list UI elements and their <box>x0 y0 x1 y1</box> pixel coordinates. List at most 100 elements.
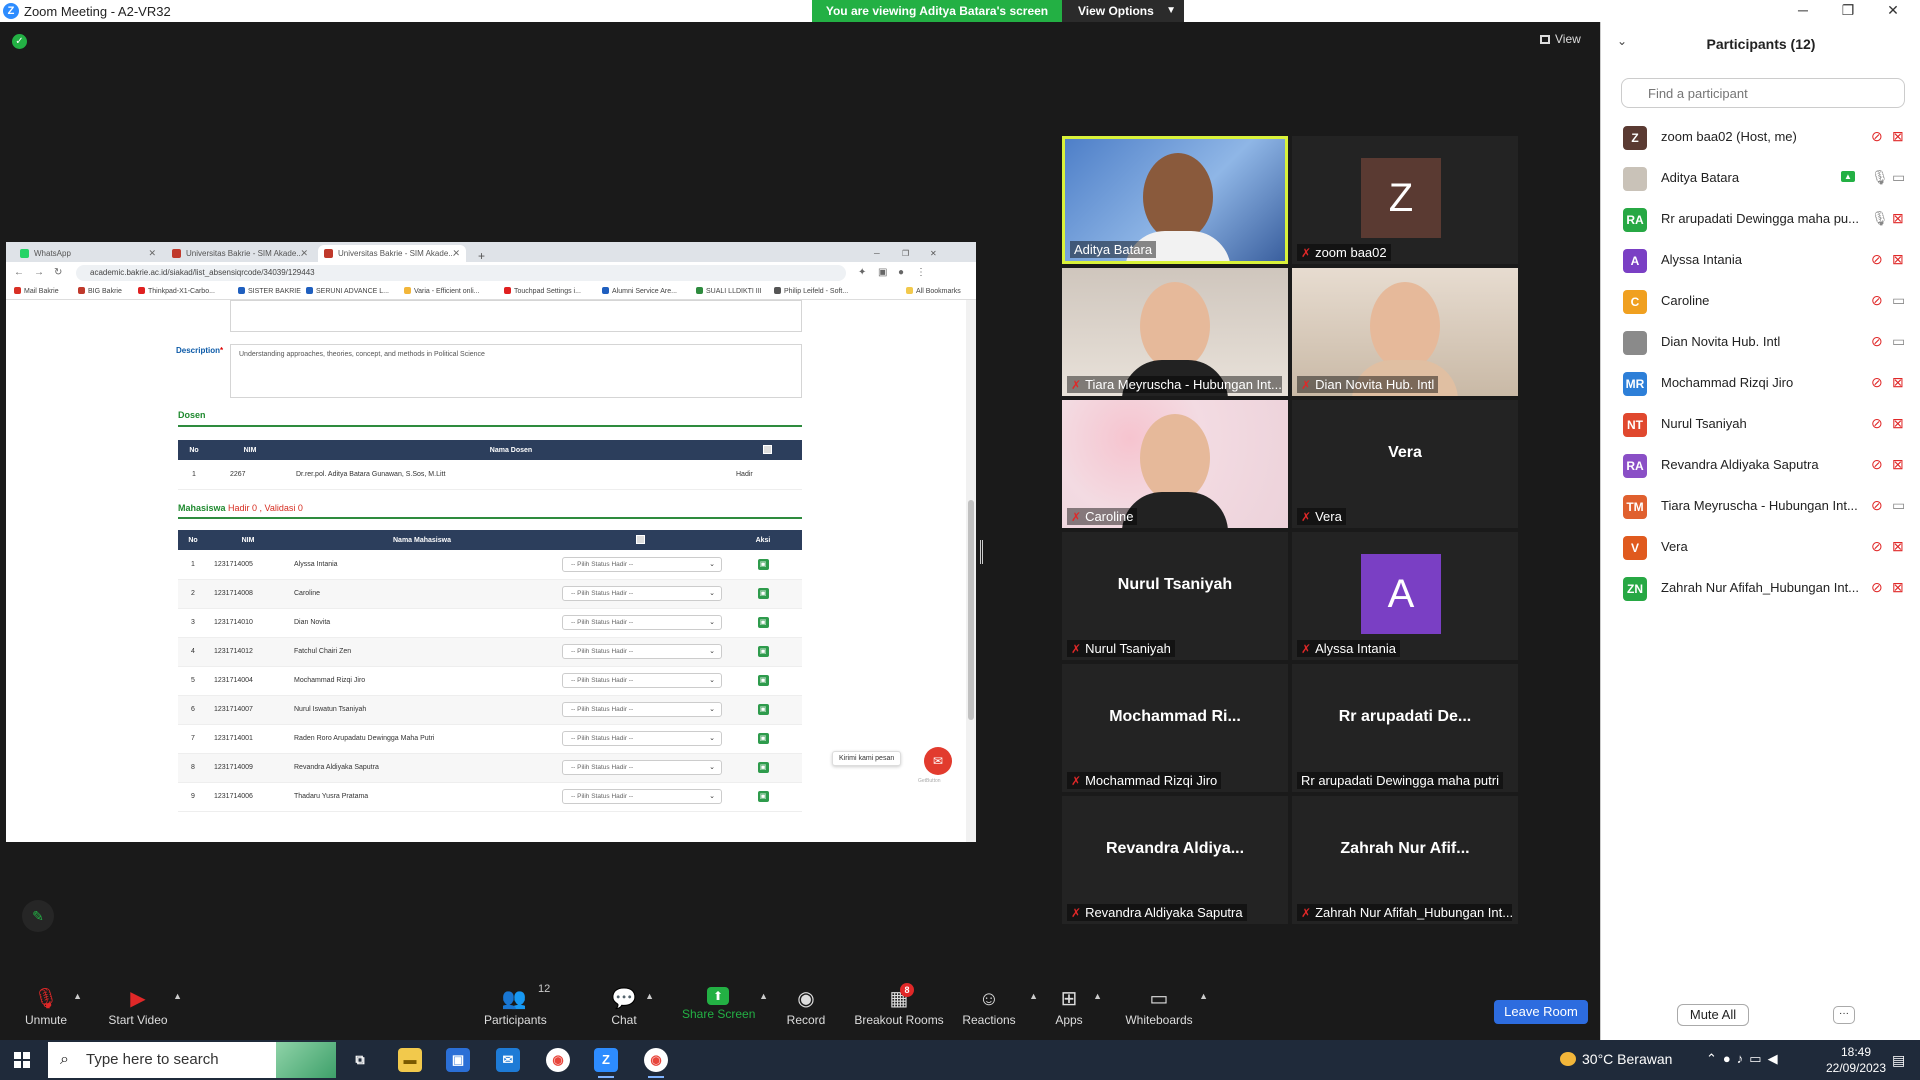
menu-icon[interactable]: ⋮ <box>916 267 926 278</box>
camera-off-icon[interactable]: ⊠ <box>1892 128 1904 145</box>
profile-icon[interactable]: ● <box>898 267 904 278</box>
system-tray[interactable]: ⌃●♪▭◀ <box>1706 1051 1784 1067</box>
apps-button[interactable]: ⊞ Apps ▲ <box>1054 987 1102 1027</box>
caret-up-icon[interactable]: ▲ <box>1029 991 1038 1001</box>
new-tab-button[interactable]: + <box>472 245 492 262</box>
camera-off-icon[interactable]: ⊠ <box>1892 251 1904 268</box>
close-icon[interactable]: ✕ <box>452 248 460 259</box>
participants-button[interactable]: 👥 12 Participants <box>484 983 550 1027</box>
caret-up-icon[interactable]: ▲ <box>73 991 82 1001</box>
restore-icon[interactable]: ❐ <box>1828 2 1868 20</box>
windows-start-icon[interactable] <box>14 1052 30 1068</box>
camera-icon[interactable]: ▭ <box>1892 292 1905 309</box>
caret-up-icon[interactable]: ▲ <box>759 991 768 1001</box>
status-hadir-select[interactable]: -- Pilih Status Hadir -- ⌄ <box>562 615 722 630</box>
reload-icon[interactable]: ↻ <box>54 267 62 278</box>
chrome-icon[interactable]: ◉ <box>546 1048 570 1072</box>
close-icon[interactable]: ✕ <box>928 245 944 262</box>
minimize-icon[interactable]: ─ <box>1783 2 1823 20</box>
video-tile[interactable]: Revandra Aldiya... ✗ Revandra Aldiyaka Sap… <box>1062 796 1288 924</box>
mic-muted-icon[interactable]: ⊘ <box>1871 538 1883 555</box>
sidepanel-icon[interactable]: ▣ <box>878 267 887 278</box>
bookmark-item[interactable]: Mail Bakrie <box>14 287 59 295</box>
edit-action-icon[interactable]: ▣ <box>757 646 769 657</box>
whiteboards-button[interactable]: ▭ Whiteboards ▲ <box>1124 987 1208 1027</box>
video-tile[interactable]: Mochammad Ri... ✗ Mochammad Rizqi Jiro <box>1062 664 1288 792</box>
find-participant-input[interactable] <box>1621 78 1905 108</box>
split-view-handle[interactable] <box>980 540 983 564</box>
status-hadir-select[interactable]: -- Pilih Status Hadir -- ⌄ <box>562 556 722 572</box>
minimize-icon[interactable]: ─ <box>872 245 888 262</box>
network-icon[interactable]: ▭ <box>1749 1051 1767 1066</box>
task-view-icon[interactable]: ⧉ <box>348 1048 372 1072</box>
video-tile[interactable]: ✗ Caroline <box>1062 400 1288 528</box>
back-icon[interactable]: ← <box>14 267 24 278</box>
shared-screen[interactable]: WhatsApp ✕ Universitas Bakrie - SIM Akad… <box>6 242 976 842</box>
chat-button[interactable]: 💬 Chat ▲ <box>608 987 654 1027</box>
file-explorer-icon[interactable]: ▬ <box>398 1048 422 1072</box>
participant-row[interactable]: TM Tiara Meyruscha - Hubungan Int... ⊘ ▭ <box>1601 487 1920 527</box>
status-hadir-select[interactable]: -- Pilih Status Hadir -- ⌄ <box>562 731 722 746</box>
microphone-icon[interactable]: ● <box>1723 1051 1737 1066</box>
bookmark-item[interactable]: SERUNI ADVANCE L... <box>306 287 389 295</box>
view-button[interactable]: View <box>1540 32 1581 46</box>
breakout-rooms-button[interactable]: ▦ 8 Breakout Rooms <box>854 983 944 1027</box>
edit-action-icon[interactable]: ▣ <box>757 733 769 744</box>
speaker-icon[interactable]: ◀ <box>1768 1051 1784 1066</box>
select-all-checkbox[interactable] <box>556 530 724 550</box>
mic-muted-icon[interactable]: ⊘ <box>1871 292 1883 309</box>
video-tile[interactable]: Vera ✗ Vera <box>1292 400 1518 528</box>
chat-widget-label[interactable]: Kirimi kami pesan <box>832 751 902 766</box>
restore-icon[interactable]: ❐ <box>900 245 916 262</box>
edit-action-icon[interactable]: ▣ <box>757 704 769 715</box>
view-options-button[interactable]: View Options ▼ <box>1062 0 1184 22</box>
mic-muted-icon[interactable]: ⊘ <box>1871 333 1883 350</box>
description-textarea[interactable]: Understanding approaches, theories, conc… <box>230 344 802 398</box>
taskbar-clock[interactable]: 18:49 22/09/2023 <box>1824 1044 1888 1076</box>
record-button[interactable]: ◉ Record <box>784 987 828 1027</box>
camera-off-icon[interactable]: ⊠ <box>1892 210 1904 227</box>
video-tile[interactable]: ✗ Dian Novita Hub. Intl <box>1292 268 1518 396</box>
bookmark-item[interactable]: Touchpad Settings i... <box>504 287 581 295</box>
mic-muted-icon[interactable]: ⊘ <box>1871 128 1883 145</box>
video-tile[interactable]: Zahrah Nur Afif... ✗ Zahrah Nur Afifah_Hub… <box>1292 796 1518 924</box>
participant-row[interactable]: Aditya Batara ▲ 🎙 ▭ <box>1601 159 1920 199</box>
leave-room-button[interactable]: Leave Room <box>1494 1000 1588 1024</box>
edit-action-icon[interactable]: ▣ <box>757 675 769 686</box>
video-tile[interactable]: ✗ Tiara Meyruscha - Hubungan Int... <box>1062 268 1288 396</box>
volume-icon[interactable]: ♪ <box>1737 1051 1750 1066</box>
notification-icon[interactable]: ▤ <box>1892 1052 1905 1069</box>
status-hadir-select[interactable]: -- Pilih Status Hadir -- ⌄ <box>562 702 722 717</box>
video-tile[interactable]: Rr arupadati De... Rr arupadati Dewingga … <box>1292 664 1518 792</box>
participant-row[interactable]: MR Mochammad Rizqi Jiro ⊘ ⊠ <box>1601 364 1920 404</box>
bookmark-item[interactable]: Philip Leifeld - Soft... <box>774 287 848 295</box>
camera-off-icon[interactable]: ⊠ <box>1892 374 1904 391</box>
edit-action-icon[interactable]: ▣ <box>757 617 769 628</box>
store-icon[interactable]: ▣ <box>446 1048 470 1072</box>
participant-row[interactable]: A Alyssa Intania ⊘ ⊠ <box>1601 241 1920 281</box>
mic-muted-icon[interactable]: ⊘ <box>1871 497 1883 514</box>
participant-row[interactable]: ZN Zahrah Nur Afifah_Hubungan Int... ⊘ ⊠ <box>1601 569 1920 609</box>
participant-row[interactable]: C Caroline ⊘ ▭ <box>1601 282 1920 322</box>
shield-icon[interactable]: ✓ <box>12 34 27 49</box>
video-tile[interactable]: A ✗ Alyssa Intania <box>1292 532 1518 660</box>
bookmark-item[interactable]: Varia - Efficient onli... <box>404 287 480 295</box>
browser-tab-siakad-active[interactable]: Universitas Bakrie - SIM Akade... ✕ <box>318 245 466 262</box>
edit-action-icon[interactable]: ▣ <box>757 558 769 570</box>
camera-icon[interactable]: ▭ <box>1892 169 1905 186</box>
participant-row[interactable]: V Vera ⊘ ⊠ <box>1601 528 1920 568</box>
video-tile[interactable]: Aditya Batara <box>1062 136 1288 264</box>
close-icon[interactable]: ✕ <box>1873 2 1913 20</box>
participant-row[interactable]: NT Nurul Tsaniyah ⊘ ⊠ <box>1601 405 1920 445</box>
participant-row[interactable]: Zzoom baa02 (Host, me) ⊘ ⊠ <box>1601 118 1920 158</box>
edit-action-icon[interactable]: ▣ <box>757 791 769 802</box>
mic-icon[interactable]: 🎙 <box>1871 169 1889 186</box>
bookmark-item[interactable]: Thinkpad-X1-Carbo... <box>138 287 215 295</box>
mic-muted-icon[interactable]: ⊘ <box>1871 415 1883 432</box>
status-hadir-select[interactable]: -- Pilih Status Hadir -- ⌄ <box>562 673 722 688</box>
reactions-button[interactable]: ☺ Reactions ▲ <box>962 987 1038 1027</box>
video-tile[interactable]: Z ✗ zoom baa02 <box>1292 136 1518 264</box>
chevron-up-icon[interactable]: ⌃ <box>1706 1051 1723 1066</box>
participant-row[interactable]: RA Rr arupadati Dewingga maha pu... 🎙 ⊠ <box>1601 200 1920 240</box>
start-video-button[interactable]: ▶ Start Video ▲ <box>108 987 182 1027</box>
